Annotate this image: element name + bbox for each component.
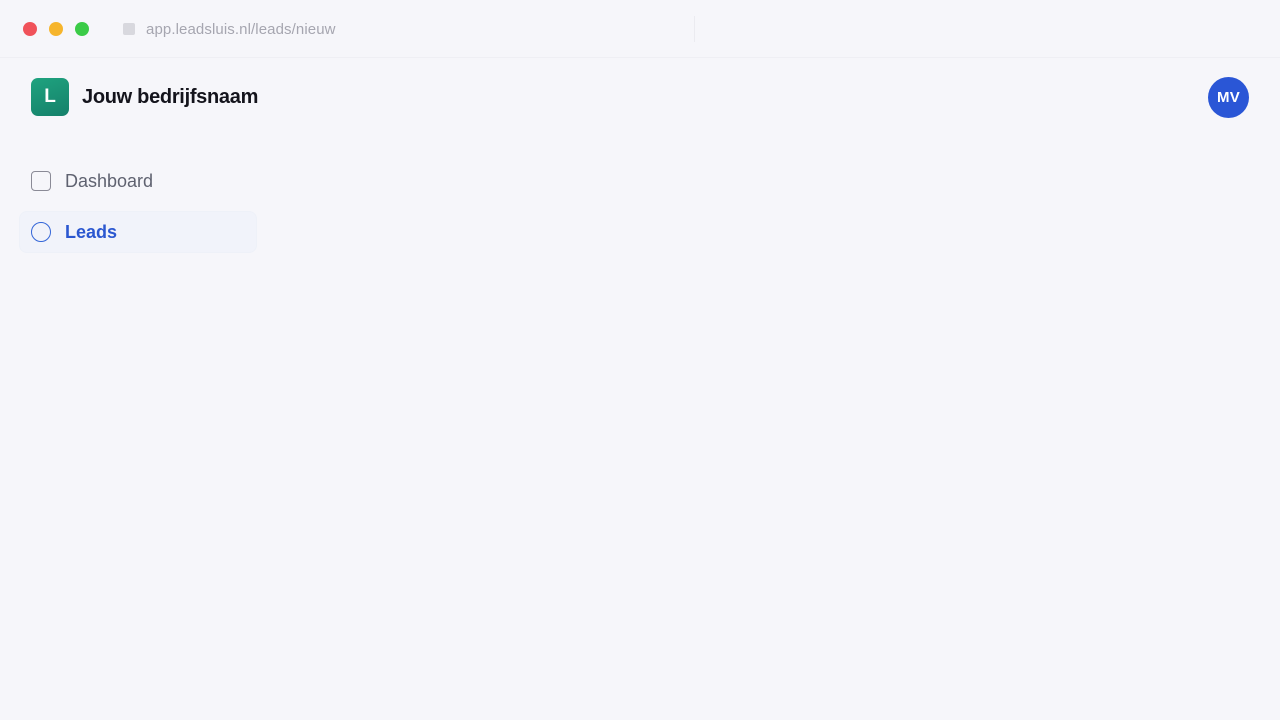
sidebar-item-label: Dashboard — [65, 170, 154, 191]
url-text: app.leadsluis.nl/leads/nieuw — [146, 20, 336, 38]
window-controls — [23, 22, 89, 36]
logo: L — [31, 78, 69, 116]
address-bar[interactable]: app.leadsluis.nl/leads/nieuw — [114, 16, 695, 42]
minimize-window-button[interactable] — [49, 22, 63, 36]
site-info-icon[interactable] — [123, 23, 135, 35]
close-window-button[interactable] — [23, 22, 37, 36]
sidebar-item-dashboard[interactable]: Dashboard — [19, 160, 257, 202]
circle-icon — [31, 222, 51, 242]
app-window: app.leadsluis.nl/leads/nieuw L Jouw bedr… — [0, 0, 1280, 720]
maximize-window-button[interactable] — [75, 22, 89, 36]
square-icon — [31, 171, 51, 191]
brand: L Jouw bedrijfsnaam — [31, 78, 258, 116]
avatar[interactable]: MV — [1208, 77, 1249, 118]
sidebar-item-leads[interactable]: Leads — [19, 211, 257, 253]
company-name: Jouw bedrijfsnaam — [82, 85, 259, 108]
browser-chrome: app.leadsluis.nl/leads/nieuw — [0, 0, 1280, 58]
sidebar-item-label: Leads — [65, 221, 118, 242]
